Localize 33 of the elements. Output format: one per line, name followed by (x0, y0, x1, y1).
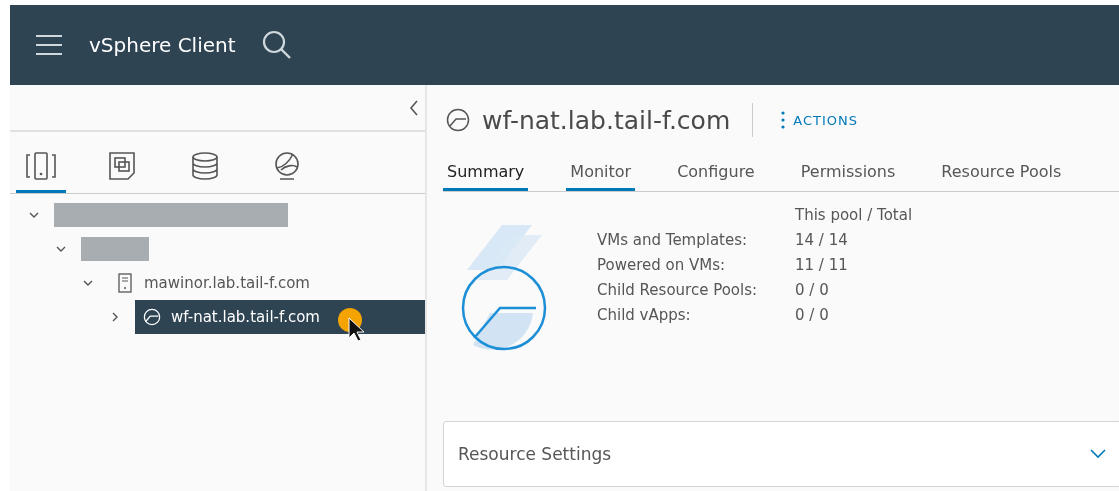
tab[interactable]: Configure (673, 155, 759, 191)
stat-value: 0 / 0 (795, 306, 830, 324)
redacted-block (81, 237, 149, 261)
stat-value: 11 / 11 (795, 256, 849, 274)
pool-icon (143, 307, 161, 327)
resource-settings-panel[interactable]: Resource Settings (443, 421, 1119, 487)
stat-label: VMs and Templates: (597, 231, 749, 249)
hosts-view-tab[interactable] (16, 152, 66, 193)
device-icon (25, 152, 57, 180)
menu-icon[interactable] (35, 34, 63, 56)
column-heading: This pool / Total (795, 206, 913, 224)
pool-icon (446, 108, 470, 132)
cursor-icon (335, 308, 365, 344)
stat-value: 14 / 14 (795, 231, 849, 249)
caret-icon[interactable] (1090, 449, 1106, 459)
tab[interactable]: Resource Pools (937, 155, 1066, 191)
database-icon (189, 152, 221, 180)
stat-value: 0 / 0 (795, 281, 830, 299)
actions-button[interactable]: ACTIONS (775, 109, 864, 131)
collapse-icon[interactable] (409, 99, 419, 116)
search-icon[interactable] (261, 30, 292, 60)
app-title: vSphere Client (89, 33, 236, 57)
more-icon (781, 110, 786, 130)
tree-item[interactable]: mawinor.lab.tail-f.com (108, 266, 425, 300)
stat-label: Powered on VMs: (597, 256, 727, 274)
tab[interactable]: Summary (443, 155, 529, 191)
stat-label: Child vApps: (597, 306, 692, 324)
object-title: wf-nat.lab.tail-f.com (482, 105, 731, 135)
server-icon (116, 273, 134, 293)
tab[interactable]: Permissions (796, 155, 900, 191)
tab[interactable]: Monitor (566, 155, 636, 191)
panel-title: Resource Settings (458, 444, 612, 464)
stat-label: Child Resource Pools: (597, 281, 759, 299)
